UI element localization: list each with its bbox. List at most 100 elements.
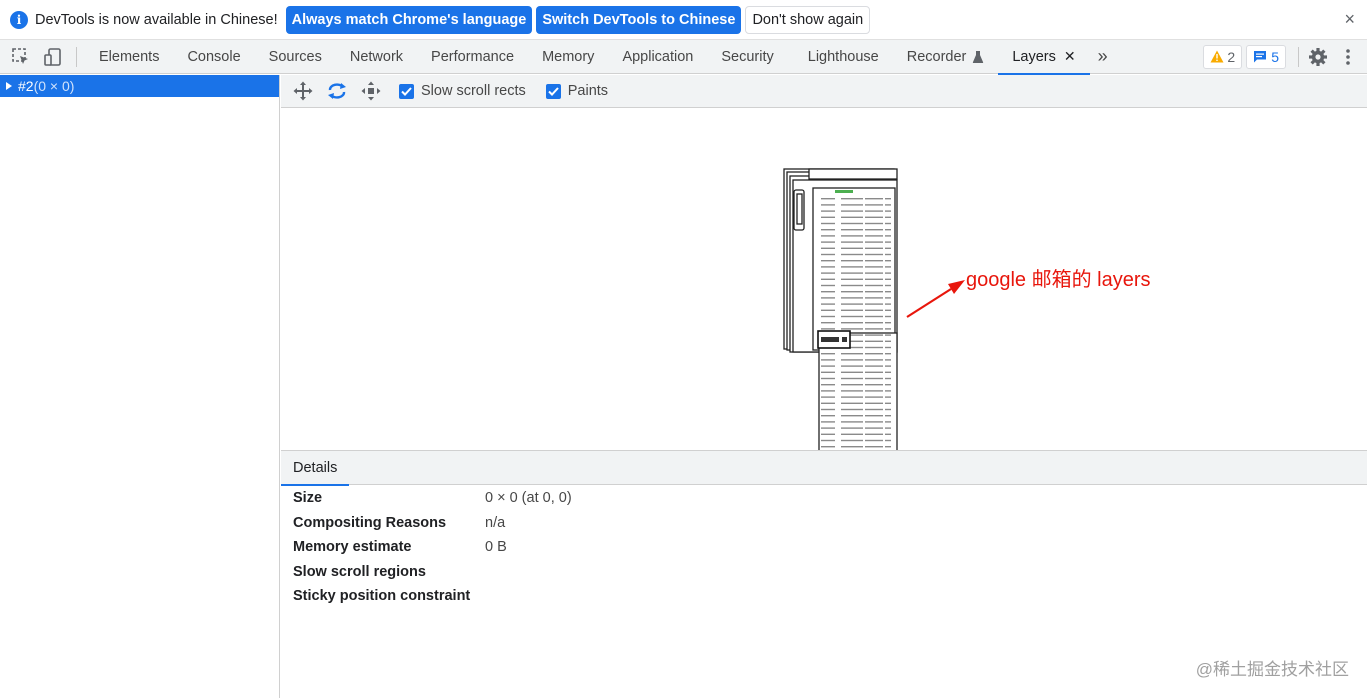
tab-performance[interactable]: Performance	[417, 40, 528, 74]
mail-row-line	[841, 241, 863, 243]
mail-row-line	[865, 340, 883, 342]
mail-row-line	[821, 384, 835, 386]
messages-badge[interactable]: 5	[1246, 44, 1286, 69]
checkbox-checked-icon[interactable]	[545, 83, 561, 99]
message-icon	[1254, 51, 1267, 63]
mail-row-line	[821, 229, 835, 231]
paints-label: Paints	[567, 83, 609, 99]
tab-sources[interactable]: Sources	[255, 40, 336, 74]
expand-triangle-icon[interactable]	[6, 82, 12, 90]
switch-to-chinese-button[interactable]: Switch DevTools to Chinese	[536, 5, 742, 34]
mail-row-line	[865, 272, 883, 274]
messages-count: 5	[1271, 48, 1279, 65]
device-toolbar-icon[interactable]	[42, 46, 64, 68]
layers-3d-view[interactable]: google 邮箱的 layers	[281, 108, 1367, 450]
mail-row-line	[885, 390, 891, 392]
mail-row-line	[885, 235, 891, 237]
inspect-element-icon[interactable]	[10, 46, 32, 68]
mail-row-line	[841, 328, 863, 330]
mail-row-line	[885, 204, 891, 206]
tab-layers[interactable]: Layers ✕	[998, 40, 1090, 75]
tab-memory[interactable]: Memory	[528, 40, 608, 74]
mail-row-line	[865, 216, 883, 218]
mail-row-line	[885, 427, 891, 429]
tab-lighthouse[interactable]: Lighthouse	[788, 40, 893, 74]
tab-elements[interactable]: Elements	[85, 40, 173, 74]
mail-row-line	[821, 408, 835, 411]
mail-row-line	[841, 365, 863, 367]
mail-row-line	[821, 216, 835, 218]
pan-mode-icon[interactable]	[291, 79, 315, 103]
dont-show-again-button[interactable]: Don't show again	[745, 5, 871, 34]
rotate-mode-icon[interactable]	[325, 79, 349, 103]
more-tabs-icon[interactable]: »	[1090, 40, 1116, 74]
reset-transform-icon[interactable]	[359, 79, 383, 103]
warnings-badge[interactable]: 2	[1203, 44, 1243, 69]
mail-row-line	[865, 235, 883, 237]
close-tab-icon[interactable]: ✕	[1064, 48, 1076, 65]
mail-row-line	[865, 247, 883, 249]
mail-row-line	[865, 384, 883, 386]
paints-checkbox[interactable]: Paints	[545, 83, 609, 99]
mail-row-line	[821, 371, 835, 373]
mail-row-line	[865, 371, 883, 373]
infobar-close-icon[interactable]: ×	[1344, 9, 1355, 30]
tab-console[interactable]: Console	[173, 40, 254, 74]
mail-row-line	[841, 247, 863, 249]
layer-tree-item[interactable]: #2 (0 × 0)	[0, 75, 279, 97]
detail-value: n/a	[485, 515, 506, 531]
experiment-flask-icon	[973, 50, 984, 63]
tab-details[interactable]: Details	[281, 451, 350, 486]
tab-application[interactable]: Application	[608, 40, 707, 74]
always-match-language-button[interactable]: Always match Chrome's language	[285, 5, 533, 34]
mail-row-line	[821, 222, 835, 225]
tab-recorder[interactable]: Recorder	[893, 40, 999, 74]
mail-row-line	[821, 198, 835, 200]
detail-key: Size	[293, 490, 323, 506]
layers-visualization[interactable]	[281, 108, 1367, 450]
mail-row-line	[821, 210, 835, 212]
mail-row-line	[865, 365, 883, 367]
detail-value: 0 B	[485, 539, 507, 555]
tab-security[interactable]: Security	[707, 40, 787, 74]
mail-row-line	[841, 384, 863, 386]
mail-row-line	[821, 266, 835, 268]
mail-row-line	[865, 328, 883, 330]
mail-row-line	[841, 229, 863, 231]
detail-key: Memory estimate	[293, 539, 412, 555]
mail-row-line	[885, 210, 891, 212]
mail-row-line	[885, 303, 891, 305]
mail-row-line	[821, 297, 835, 299]
settings-gear-icon[interactable]	[1307, 46, 1329, 68]
tab-network[interactable]: Network	[336, 40, 417, 74]
mail-row-line	[865, 353, 883, 355]
more-options-icon[interactable]	[1337, 46, 1359, 68]
detail-row-compositing-reasons: Compositing Reasons n/a	[293, 512, 505, 534]
mail-row-line	[821, 427, 835, 429]
mail-row-line	[885, 353, 891, 355]
mail-row-line	[885, 365, 891, 367]
detail-row-size: Size 0 × 0 (at 0, 0)	[293, 487, 572, 509]
mail-row-line	[885, 253, 891, 256]
mail-row-line	[841, 210, 863, 212]
slow-scroll-rects-checkbox[interactable]: Slow scroll rects	[399, 83, 526, 99]
mail-row-line	[821, 278, 835, 280]
mail-row-line	[821, 235, 835, 237]
checkbox-checked-icon[interactable]	[399, 83, 414, 99]
mail-row-line	[841, 433, 863, 435]
mail-row-line	[841, 266, 863, 268]
devtools-tabbar: Elements Console Sources Network Perform…	[0, 40, 1367, 75]
mail-row-line	[865, 284, 883, 287]
mail-row-line	[841, 216, 863, 218]
mail-row-line	[841, 353, 863, 355]
mail-row-line	[885, 229, 891, 231]
mail-row-line	[821, 284, 835, 287]
annotation-label: google 邮箱的 layers	[966, 269, 1151, 291]
mail-row-line	[821, 390, 835, 392]
mail-row-line	[821, 260, 835, 262]
mail-row-line	[885, 291, 891, 293]
mail-row-line	[821, 322, 835, 324]
mail-row-line	[885, 241, 891, 243]
mail-row-line	[865, 309, 883, 311]
mail-row-line	[841, 415, 863, 417]
